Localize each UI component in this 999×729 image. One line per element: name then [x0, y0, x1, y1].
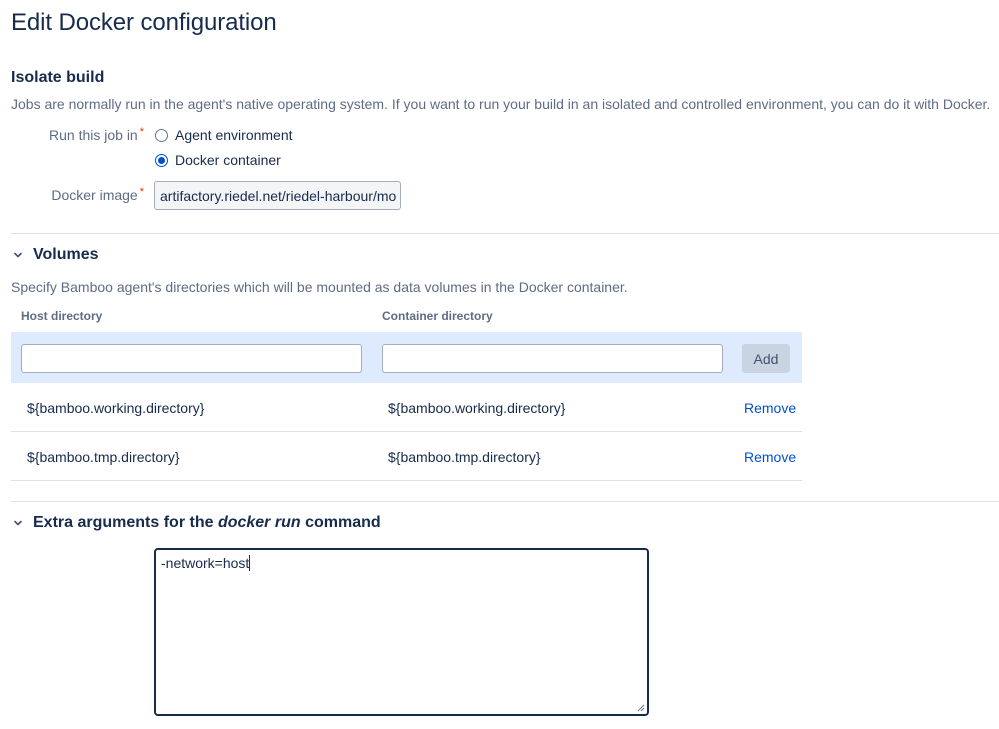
docker-image-input[interactable]: artifactory.riedel.net/riedel-harbour/mo [154, 181, 401, 210]
radio-agent-environment[interactable]: Agent environment [155, 127, 293, 143]
page-title: Edit Docker configuration [11, 9, 277, 36]
host-directory-cell: ${bamboo.working.directory} [27, 400, 205, 416]
isolate-build-heading: Isolate build [11, 69, 105, 86]
isolate-build-description: Jobs are normally run in the agent's nat… [11, 96, 991, 112]
radio-button-unchecked[interactable] [155, 128, 168, 142]
extra-arguments-value: -network=host [161, 555, 250, 571]
docker-image-value: artifactory.riedel.net/riedel-harbour/mo [160, 187, 397, 204]
resize-grip-icon[interactable] [637, 704, 645, 712]
container-directory-input[interactable] [382, 344, 723, 373]
volumes-description: Specify Bamboo agent's directories which… [11, 279, 628, 295]
extra-arguments-toggle[interactable]: Extra arguments for the docker run comma… [13, 514, 381, 532]
text-caret [249, 555, 251, 571]
volumes-toggle[interactable]: Volumes [13, 246, 99, 264]
remove-volume-link[interactable]: Remove [744, 449, 796, 465]
radio-docker-container[interactable]: Docker container [155, 152, 281, 168]
chevron-down-icon[interactable] [13, 250, 23, 260]
column-header-host-directory: Host directory [21, 309, 103, 323]
volumes-heading[interactable]: Volumes [33, 246, 99, 264]
radio-docker-container-label[interactable]: Docker container [175, 152, 281, 168]
host-directory-cell: ${bamboo.tmp.directory} [27, 449, 180, 465]
run-job-in-label: Run this job in * [49, 126, 144, 143]
radio-button-checked[interactable] [155, 153, 168, 167]
radio-agent-environment-label[interactable]: Agent environment [175, 127, 293, 143]
table-row: ${bamboo.tmp.directory} ${bamboo.tmp.dir… [11, 432, 802, 481]
container-directory-cell: ${bamboo.tmp.directory} [388, 449, 541, 465]
column-header-container-directory: Container directory [382, 309, 493, 323]
volume-input-row: Add [11, 332, 802, 383]
chevron-down-icon[interactable] [13, 518, 23, 528]
extra-arguments-heading[interactable]: Extra arguments for the docker run comma… [33, 514, 381, 532]
docker-image-label: Docker image * [51, 186, 144, 203]
remove-volume-link[interactable]: Remove [744, 400, 796, 416]
add-volume-button[interactable]: Add [742, 344, 790, 373]
extra-arguments-textarea[interactable]: -network=host [154, 548, 649, 716]
required-marker: * [139, 186, 144, 198]
container-directory-cell: ${bamboo.working.directory} [388, 400, 566, 416]
table-row: ${bamboo.working.directory} ${bamboo.wor… [11, 383, 802, 432]
host-directory-input[interactable] [21, 344, 362, 373]
divider [11, 233, 999, 234]
divider [11, 501, 999, 502]
required-marker: * [139, 126, 144, 138]
